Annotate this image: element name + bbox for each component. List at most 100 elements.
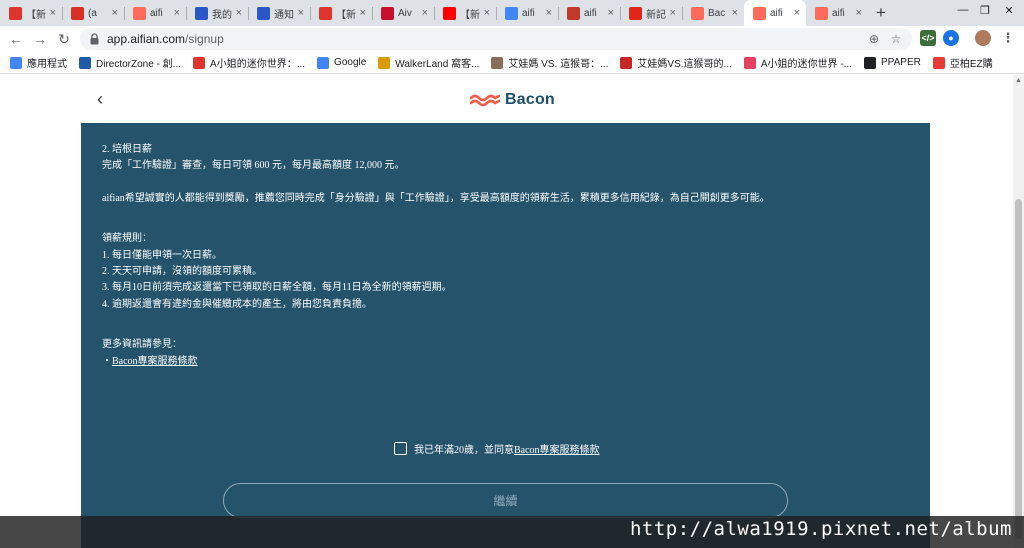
back-arrow-icon[interactable]: ‹ (92, 89, 108, 109)
browser-tab[interactable]: aifi × (744, 0, 806, 26)
agree-row: 我已年滿20歲，並同意 Bacon專案服務條款 (394, 441, 600, 456)
bookmark-label: A小姐的迷你世界 -... (760, 59, 852, 70)
tab-close-icon[interactable]: × (794, 7, 800, 19)
bookmark-item[interactable]: Google (317, 56, 367, 69)
scrollbar[interactable]: ▲ (1013, 75, 1024, 548)
browser-tab[interactable]: aifi × (124, 0, 186, 26)
browser-tab[interactable]: Aiv × (372, 0, 434, 26)
tab-title: aifi (522, 7, 535, 19)
terms-link[interactable]: Bacon專案服務條款 (112, 356, 198, 367)
close-window-icon[interactable]: ✕ (996, 0, 1022, 20)
bookmark-label: DirectorZone - 創... (96, 59, 182, 70)
continue-button[interactable]: 繼續 (223, 483, 788, 518)
agree-checkbox[interactable] (394, 442, 407, 455)
restore-icon[interactable]: ❐ (972, 0, 998, 20)
tab-title: aifi (832, 7, 845, 19)
site-header: ‹ Bacon (0, 75, 1024, 123)
bookmark-label: 艾娃媽 VS. 這猴哥：... (508, 59, 609, 70)
browser-tab[interactable]: 【新 × (434, 0, 496, 26)
extension-icon[interactable]: ● (943, 30, 959, 46)
bookmark-label: 艾娃媽VS.這猴哥的... (637, 59, 732, 70)
avatar-icon (491, 56, 504, 69)
tab-title: 【新 (336, 9, 356, 21)
tab-title: 新記 (646, 9, 666, 21)
forward-icon[interactable]: → (31, 30, 49, 48)
gmail-icon (71, 6, 84, 20)
bookmark-item[interactable]: WalkerLand 窩客... (378, 55, 479, 70)
aifian-icon (133, 6, 146, 20)
scroll-up-icon[interactable]: ▲ (1013, 75, 1024, 86)
browser-tab[interactable]: 【新 × (0, 0, 62, 26)
add-icon[interactable]: ⊕ (866, 31, 882, 47)
reload-icon[interactable]: ↻ (55, 30, 73, 48)
walkerland-icon (378, 56, 391, 69)
ava-icon (620, 56, 633, 69)
bookmark-item[interactable]: 亞柏EZ購 (932, 55, 993, 70)
bookmark-item[interactable]: 艾娃媽 VS. 這猴哥：... (491, 55, 608, 70)
page-content: ‹ Bacon 2. 培根日薪 完成「工作驗證」審查，每日可領 600 元，每月… (0, 75, 1024, 548)
back-icon[interactable]: ← (7, 30, 25, 48)
google-icon (505, 6, 518, 20)
tab-close-icon[interactable]: × (608, 7, 614, 19)
bookmark-item[interactable]: A小姐的迷你世界 -... (743, 55, 852, 70)
tab-close-icon[interactable]: × (670, 7, 676, 19)
terms-text: 2. 培根日薪 完成「工作驗證」審查，每日可領 600 元，每月最高額度 12,… (102, 123, 912, 370)
pixnet-icon (193, 56, 206, 69)
tab-close-icon[interactable]: × (298, 7, 304, 19)
bookmark-label: Google (334, 57, 367, 68)
bookmark-label: 應用程式 (27, 59, 67, 70)
browser-tab[interactable]: 我的 × (186, 0, 248, 26)
tab-close-icon[interactable]: × (112, 7, 118, 19)
tab-title: Bac (708, 7, 726, 19)
browser-tab[interactable]: aifi × (806, 0, 868, 26)
profile-avatar[interactable] (975, 30, 991, 46)
bacon-logo-icon (470, 94, 500, 107)
ap-icon (932, 56, 945, 69)
bacon-logo[interactable]: Bacon (470, 90, 555, 110)
tab-strip: 【新 × (a × aifi × 我的 × 通知 × 【新 × Aiv × 【新 × aifi × aifi × 新記 ×… (0, 0, 1024, 26)
aifian-icon (753, 6, 766, 20)
tab-close-icon[interactable]: × (174, 7, 180, 19)
new-tab-icon[interactable]: + (868, 0, 894, 26)
browser-tab[interactable]: 新記 × (620, 0, 682, 26)
browser-tab[interactable]: 【新 × (310, 0, 372, 26)
browser-tab[interactable]: aifi × (496, 0, 558, 26)
bookmark-item[interactable]: DirectorZone - 創... (79, 55, 181, 70)
bullet: ・ (102, 355, 112, 367)
browser-tab[interactable]: (a × (62, 0, 124, 26)
news-icon (629, 6, 642, 20)
bookmarks-bar: 應用程式 DirectorZone - 創... A小姐的迷你世界：... Googl… (0, 52, 1024, 74)
menu-icon[interactable]: ⋮ (1000, 30, 1016, 46)
tab-close-icon[interactable]: × (732, 7, 738, 19)
bookmark-item[interactable]: A小姐的迷你世界：... (193, 55, 305, 70)
tab-close-icon[interactable]: × (236, 7, 242, 19)
bookmark-label: A小姐的迷你世界：... (210, 59, 306, 70)
browser-tab[interactable]: 通知 × (248, 0, 310, 26)
section-title: 2. 培根日薪 (102, 144, 152, 155)
scroll-thumb[interactable] (1015, 199, 1022, 539)
agree-terms-link[interactable]: Bacon專案服務條款 (514, 441, 600, 456)
brand-name: Bacon (505, 91, 555, 108)
tab-title: 【新 (26, 9, 46, 21)
address-bar[interactable]: app.aifian.com/signup ⊕ ☆ (80, 28, 912, 50)
tab-close-icon[interactable]: × (484, 7, 490, 19)
tab-close-icon[interactable]: × (422, 7, 428, 19)
bookmark-label: 亞柏EZ購 (949, 59, 993, 70)
tab-close-icon[interactable]: × (546, 7, 552, 19)
browser-tab[interactable]: Bac × (682, 0, 744, 26)
tab-title: Aiv (398, 7, 412, 19)
bookmark-item[interactable]: 應用程式 (10, 55, 67, 70)
tab-close-icon[interactable]: × (856, 7, 862, 19)
tab-close-icon[interactable]: × (360, 7, 366, 19)
bookmark-item[interactable]: 艾娃媽VS.這猴哥的... (620, 55, 732, 70)
aifian-icon (691, 6, 704, 20)
bookmark-star-icon[interactable]: ☆ (888, 31, 904, 47)
browser-tab[interactable]: aifi × (558, 0, 620, 26)
tab-close-icon[interactable]: × (50, 7, 56, 19)
encourage-text: aifian希望誠實的人都能得到獎勵，推薦您同時完成「身分驗證」與「工作驗證」，… (102, 192, 770, 204)
extension-icon[interactable]: </> (920, 30, 936, 46)
tab-title: aifi (584, 7, 597, 19)
dz-icon (79, 56, 91, 69)
bookmark-item[interactable]: PPAPER (864, 56, 921, 69)
bookmark-label: PPAPER (881, 57, 921, 68)
